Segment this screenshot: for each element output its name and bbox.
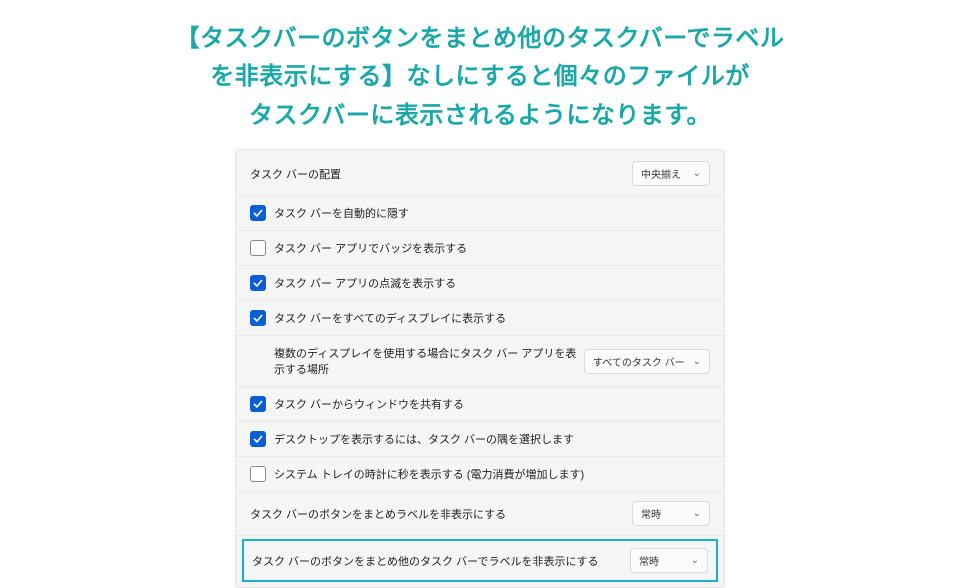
heading-line-3: タスクバーに表示されるようになります。	[249, 102, 711, 129]
instruction-heading: 【タスクバーのボタンをまとめ他のタスクバーでラベル を非表示にする】なしにすると…	[0, 0, 960, 149]
chevron-down-icon: ⌄	[693, 168, 701, 179]
setting-flashing-row[interactable]: タスク バー アプリの点滅を表示する	[236, 266, 724, 301]
setting-combine-other-row: タスク バーのボタンをまとめ他のタスク バーでラベルを非表示にする 常時 ⌄	[236, 536, 724, 587]
setting-alignment-label: タスク バーの配置	[250, 166, 632, 182]
combine-other-label: タスク バーのボタンをまとめ他のタスク バーでラベルを非表示にする	[252, 553, 630, 569]
all-displays-label: タスク バーをすべてのディスプレイに表示する	[274, 310, 710, 326]
all-displays-checkbox[interactable]	[250, 310, 266, 326]
check-icon	[253, 208, 263, 218]
setting-alignment-row: タスク バーの配置 中央揃え ⌄	[236, 152, 724, 196]
badges-label: タスク バー アプリでバッジを表示する	[274, 240, 710, 256]
setting-share-window-row[interactable]: タスク バーからウィンドウを共有する	[236, 387, 724, 422]
setting-show-desktop-row[interactable]: デスクトップを表示するには、タスク バーの隅を選択します	[236, 422, 724, 457]
highlighted-setting: タスク バーのボタンをまとめ他のタスク バーでラベルを非表示にする 常時 ⌄	[242, 539, 718, 582]
chevron-down-icon: ⌄	[691, 555, 699, 566]
chevron-down-icon: ⌄	[693, 508, 701, 519]
setting-all-displays-row[interactable]: タスク バーをすべてのディスプレイに表示する	[236, 301, 724, 336]
setting-tray-seconds-row[interactable]: システム トレイの時計に秒を表示する (電力消費が増加します)	[236, 457, 724, 492]
multi-display-apps-select[interactable]: すべてのタスク バー ⌄	[584, 349, 710, 374]
tray-seconds-label: システム トレイの時計に秒を表示する (電力消費が増加します)	[274, 466, 710, 482]
share-window-label: タスク バーからウィンドウを共有する	[274, 396, 710, 412]
auto-hide-checkbox[interactable]	[250, 205, 266, 221]
heading-line-1: 【タスクバーのボタンをまとめ他のタスクバーでラベル	[176, 25, 785, 52]
taskbar-settings-panel: タスク バーの配置 中央揃え ⌄ タスク バーを自動的に隠す タスク バー アプ…	[235, 149, 725, 588]
flashing-checkbox[interactable]	[250, 275, 266, 291]
check-icon	[253, 313, 263, 323]
multi-display-apps-label: 複数のディスプレイを使用する場合にタスク バー アプリを表示する場所	[250, 345, 584, 377]
setting-multi-display-apps-row: 複数のディスプレイを使用する場合にタスク バー アプリを表示する場所 すべてのタ…	[236, 336, 724, 387]
flashing-label: タスク バー アプリの点滅を表示する	[274, 275, 710, 291]
tray-seconds-checkbox[interactable]	[250, 466, 266, 482]
setting-auto-hide-row[interactable]: タスク バーを自動的に隠す	[236, 196, 724, 231]
combine-main-value: 常時	[641, 506, 661, 521]
alignment-select-value: 中央揃え	[641, 166, 681, 181]
badges-checkbox[interactable]	[250, 240, 266, 256]
show-desktop-checkbox[interactable]	[250, 431, 266, 447]
combine-main-select[interactable]: 常時 ⌄	[632, 501, 710, 526]
check-icon	[253, 278, 263, 288]
combine-other-value: 常時	[639, 553, 659, 568]
check-icon	[253, 434, 263, 444]
share-window-checkbox[interactable]	[250, 396, 266, 412]
alignment-select[interactable]: 中央揃え ⌄	[632, 161, 710, 186]
show-desktop-label: デスクトップを表示するには、タスク バーの隅を選択します	[274, 431, 710, 447]
combine-main-label: タスク バーのボタンをまとめラベルを非表示にする	[250, 506, 632, 522]
setting-badges-row[interactable]: タスク バー アプリでバッジを表示する	[236, 231, 724, 266]
auto-hide-label: タスク バーを自動的に隠す	[274, 205, 710, 221]
check-icon	[253, 399, 263, 409]
multi-display-apps-value: すべてのタスク バー	[593, 354, 685, 369]
chevron-down-icon: ⌄	[693, 356, 701, 367]
combine-other-select[interactable]: 常時 ⌄	[630, 548, 708, 573]
setting-combine-main-row: タスク バーのボタンをまとめラベルを非表示にする 常時 ⌄	[236, 492, 724, 536]
heading-line-2: を非表示にする】なしにすると個々のファイルが	[210, 63, 749, 90]
